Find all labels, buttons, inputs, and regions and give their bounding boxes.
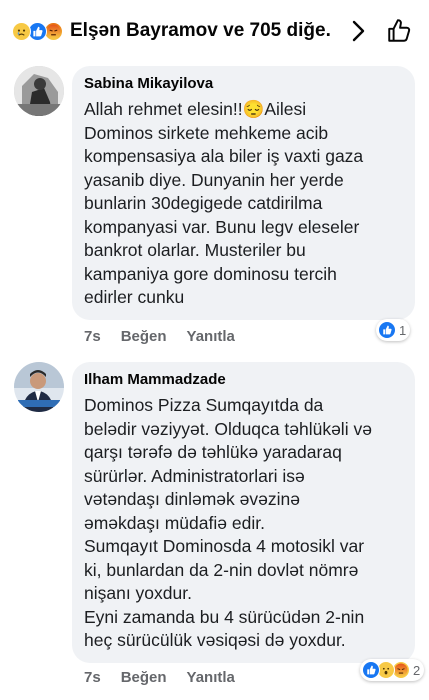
comment-bubble[interactable]: Sabina Mikayilova Allah rehmet elesin!!😔… [72, 66, 415, 320]
comment-author[interactable]: Sabina Mikayilova [84, 75, 403, 92]
comment-author[interactable]: Ilham Mammadzade [84, 371, 403, 388]
header-title[interactable]: Elşən Bayramov ve 705 diğe... [70, 20, 332, 42]
like-thumb-icon[interactable] [384, 16, 414, 46]
comment-time[interactable]: 7s [84, 328, 101, 345]
chevron-right-icon[interactable] [346, 19, 370, 43]
comment-reaction-count[interactable]: 2 [360, 659, 425, 681]
like-button[interactable]: Beğen [121, 669, 167, 686]
comment-text: Dominos Pizza Sumqayıtda da belədir vəzi… [84, 395, 372, 650]
comment-actions: 7s Beğen Yanıtla [84, 328, 255, 345]
like-reaction-icon [362, 661, 380, 679]
comment-actions: 7s Beğen Yanıtla [84, 669, 255, 686]
avatar[interactable] [14, 66, 64, 116]
reply-button[interactable]: Yanıtla [187, 669, 235, 686]
avatar[interactable] [14, 362, 64, 412]
comment-text: Allah rehmet elesin!!😔Ailesi Dominos sir… [84, 99, 364, 307]
like-button[interactable]: Beğen [121, 328, 167, 345]
comment-reaction-count[interactable]: 1 [376, 319, 411, 341]
comment-time[interactable]: 7s [84, 669, 101, 686]
reaction-count: 2 [413, 662, 421, 678]
reaction-count: 1 [399, 322, 407, 338]
reactions-header: Elşən Bayramov ve 705 diğe... [0, 0, 429, 62]
comment-bubble[interactable]: Ilham Mammadzade Dominos Pizza Sumqayıtd… [72, 362, 415, 663]
like-reaction-icon [378, 321, 396, 339]
sad-reaction-icon [12, 21, 31, 41]
reaction-summary[interactable] [12, 21, 63, 41]
reply-button[interactable]: Yanıtla [187, 328, 235, 345]
